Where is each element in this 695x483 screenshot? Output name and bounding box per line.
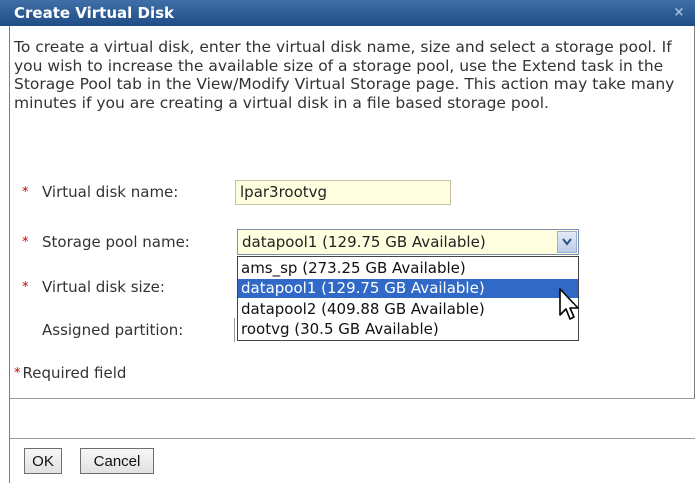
- dialog-title-bar: Create Virtual Disk ×: [0, 0, 695, 26]
- create-virtual-disk-dialog: Create Virtual Disk × To create a virtua…: [0, 0, 695, 483]
- pool-label: Storage pool name:: [42, 233, 190, 251]
- storage-pool-dropdown-list[interactable]: ams_sp (273.25 GB Available) datapool1 (…: [237, 256, 579, 341]
- required-field-note: * Required field: [14, 364, 126, 382]
- ok-button[interactable]: OK: [24, 448, 62, 474]
- divider: [9, 438, 695, 439]
- required-marker: *: [22, 235, 29, 250]
- dialog-title: Create Virtual Disk: [14, 4, 174, 22]
- divider: [9, 398, 695, 399]
- chevron-down-icon-glyph: [562, 238, 572, 246]
- cancel-button[interactable]: Cancel: [80, 448, 154, 474]
- pool-option[interactable]: ams_sp (273.25 GB Available): [238, 259, 578, 278]
- close-icon[interactable]: ×: [671, 0, 687, 26]
- mouse-pointer-icon: [559, 288, 579, 320]
- partition-label: Assigned partition:: [42, 321, 184, 339]
- storage-pool-selected-value: datapool1 (129.75 GB Available): [242, 233, 486, 251]
- pool-option[interactable]: datapool2 (409.88 GB Available): [238, 300, 578, 319]
- disk-name-label: Virtual disk name:: [42, 183, 179, 201]
- required-note-text: Required field: [22, 364, 127, 382]
- disk-size-label: Virtual disk size:: [42, 278, 165, 296]
- pool-option-selected[interactable]: datapool1 (129.75 GB Available): [238, 279, 578, 298]
- partition-row: Assigned partition:: [42, 321, 183, 339]
- disk-name-row: * Virtual disk name:: [22, 183, 178, 201]
- required-marker: *: [22, 185, 29, 200]
- disk-size-row: * Virtual disk size:: [22, 278, 165, 296]
- required-marker: *: [14, 366, 21, 381]
- disk-name-input[interactable]: lpar3rootvg: [235, 180, 451, 205]
- pool-row: * Storage pool name:: [22, 233, 190, 251]
- storage-pool-select[interactable]: datapool1 (129.75 GB Available): [237, 229, 579, 255]
- footer-frame-edge: [9, 398, 10, 483]
- pool-option[interactable]: rootvg (30.5 GB Available): [238, 320, 578, 339]
- chevron-down-icon[interactable]: [557, 231, 577, 253]
- intro-text: To create a virtual disk, enter the virt…: [14, 38, 675, 112]
- required-marker: *: [22, 280, 29, 295]
